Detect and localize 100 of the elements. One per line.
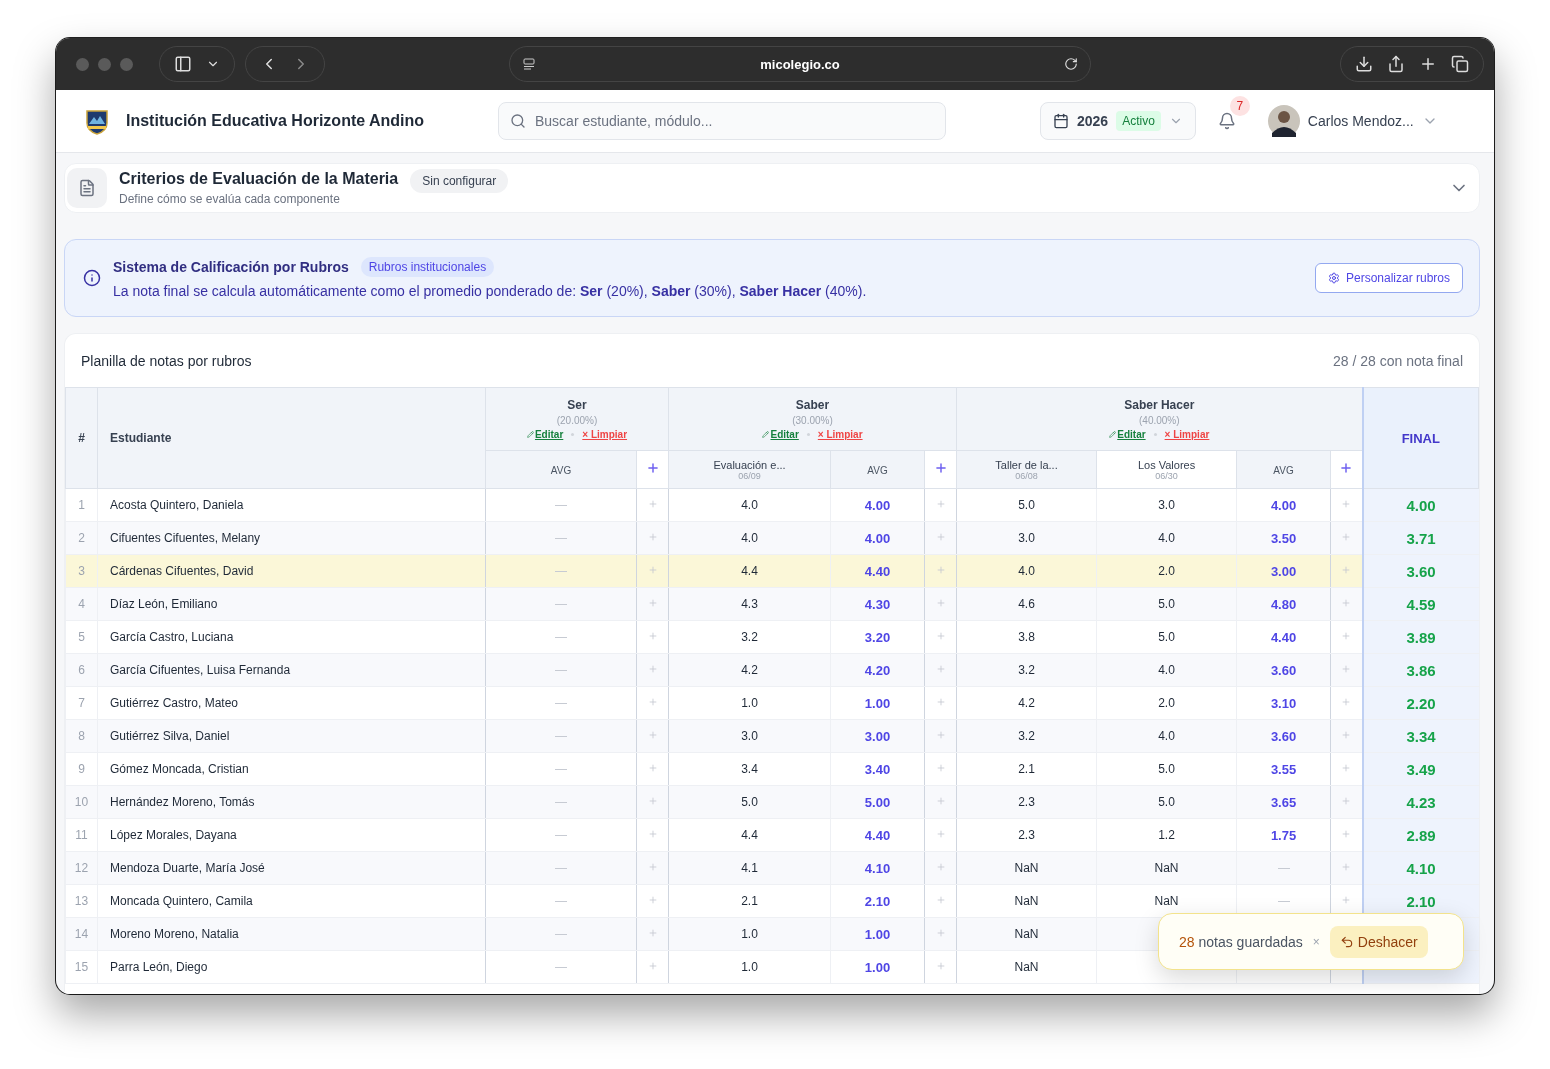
add-grade-icon[interactable]: [935, 598, 946, 608]
add-grade-icon[interactable]: [935, 928, 946, 938]
grade-value[interactable]: 1.0: [741, 960, 758, 974]
grade-value[interactable]: 4.2: [741, 663, 758, 677]
grade-value[interactable]: 4.0: [1158, 531, 1175, 545]
grade-value[interactable]: NaN: [1014, 861, 1039, 875]
activity-header[interactable]: Taller de la...: [957, 458, 1097, 471]
grade-value[interactable]: 5.0: [741, 795, 758, 809]
grade-value[interactable]: 3.2: [741, 630, 758, 644]
edit-link[interactable]: Editar: [1109, 429, 1146, 440]
add-grade-icon[interactable]: [647, 664, 658, 674]
student-row[interactable]: 4 Díaz León, Emiliano 4.3 4.30 4.6 5.0 4.80 4.59: [65, 587, 1479, 621]
add-grade-icon[interactable]: [935, 796, 946, 806]
grade-value[interactable]: 5.0: [1158, 795, 1175, 809]
page-menu-icon[interactable]: [522, 57, 536, 71]
download-icon[interactable]: [1355, 55, 1373, 73]
sidebar-icon[interactable]: [174, 55, 192, 73]
add-grade-icon[interactable]: [935, 664, 946, 674]
grade-value[interactable]: 4.0: [741, 498, 758, 512]
add-grade-icon[interactable]: [1341, 664, 1352, 674]
grade-value[interactable]: NaN: [1154, 861, 1179, 875]
student-row[interactable]: 8 Gutiérrez Silva, Daniel 3.0 3.00 3.2 4.0 3.60 3.34: [65, 719, 1479, 753]
tabs-icon[interactable]: [1451, 55, 1469, 73]
grade-value[interactable]: NaN: [1154, 894, 1179, 908]
add-grade-icon[interactable]: [1341, 697, 1352, 707]
add-grade-icon[interactable]: [935, 565, 946, 575]
student-row[interactable]: 2 Cifuentes Cifuentes, Melany 4.0 4.00 3.0 4.0 3.50 3.71: [65, 521, 1479, 555]
grade-value[interactable]: 1.0: [741, 696, 758, 710]
grade-value[interactable]: 4.3: [741, 597, 758, 611]
grade-value[interactable]: 2.3: [1018, 828, 1035, 842]
add-grade-icon[interactable]: [1341, 631, 1352, 641]
add-grade-icon[interactable]: [1341, 532, 1352, 542]
student-row[interactable]: 1 Acosta Quintero, Daniela 4.0 4.00 5.0 3.0 4.00 4.00: [65, 488, 1479, 522]
grade-value[interactable]: 2.1: [741, 894, 758, 908]
add-grade-icon[interactable]: [1341, 499, 1352, 509]
add-grade-icon[interactable]: [647, 796, 658, 806]
grade-value[interactable]: 5.0: [1158, 762, 1175, 776]
add-grade-icon[interactable]: [1341, 829, 1352, 839]
add-grade-icon[interactable]: [935, 763, 946, 773]
search-field[interactable]: Buscar estudiante, módulo...: [498, 102, 946, 140]
grade-value[interactable]: 4.0: [1018, 564, 1035, 578]
grade-value[interactable]: 3.8: [1018, 630, 1035, 644]
grade-value[interactable]: 2.1: [1018, 762, 1035, 776]
grade-value[interactable]: 2.3: [1018, 795, 1035, 809]
student-row[interactable]: 10 Hernández Moreno, Tomás 5.0 5.00 2.3 5.0 3.65 4.23: [65, 785, 1479, 819]
add-grade-icon[interactable]: [935, 697, 946, 707]
add-grade-icon[interactable]: [935, 961, 946, 971]
grade-value[interactable]: 4.0: [1158, 663, 1175, 677]
student-row[interactable]: 7 Gutiérrez Castro, Mateo 1.0 1.00 4.2 2.0 3.10 2.20: [65, 686, 1479, 720]
add-grade-icon[interactable]: [647, 928, 658, 938]
activity-header[interactable]: Los Valores: [1097, 458, 1237, 471]
add-grade-icon[interactable]: [647, 598, 658, 608]
grade-value[interactable]: 4.0: [1158, 729, 1175, 743]
add-grade-icon[interactable]: [935, 829, 946, 839]
add-grade-icon[interactable]: [1341, 730, 1352, 740]
customize-button[interactable]: Personalizar rubros: [1314, 263, 1463, 293]
add-grade-icon[interactable]: [935, 499, 946, 509]
grade-value[interactable]: 3.0: [1158, 498, 1175, 512]
add-grade-icon[interactable]: [1341, 763, 1352, 773]
student-row[interactable]: 3 Cárdenas Cifuentes, David 4.4 4.40 4.0 2.0 3.00 3.60: [65, 554, 1479, 588]
grade-value[interactable]: NaN: [1014, 894, 1039, 908]
grade-value[interactable]: 3.0: [741, 729, 758, 743]
add-column-button[interactable]: [933, 461, 948, 475]
add-grade-icon[interactable]: [935, 730, 946, 740]
minimize-window-button[interactable]: [98, 57, 111, 71]
student-row[interactable]: 11 López Morales, Dayana 4.4 4.40 2.3 1.2 1.75 2.89: [65, 818, 1479, 852]
add-grade-icon[interactable]: [647, 895, 658, 905]
year-selector[interactable]: 2026 Activo: [1040, 102, 1196, 140]
grade-value[interactable]: 3.2: [1018, 663, 1035, 677]
clear-link[interactable]: × Limpiar: [582, 429, 628, 440]
grade-value[interactable]: 4.2: [1018, 696, 1035, 710]
share-icon[interactable]: [1387, 55, 1405, 73]
add-grade-icon[interactable]: [935, 862, 946, 872]
add-grade-icon[interactable]: [647, 862, 658, 872]
grade-value[interactable]: 3.0: [1018, 531, 1035, 545]
add-column-button[interactable]: [1339, 461, 1354, 475]
add-grade-icon[interactable]: [647, 730, 658, 740]
grade-value[interactable]: NaN: [1014, 927, 1039, 941]
reload-icon[interactable]: [1064, 57, 1078, 71]
edit-link[interactable]: Editar: [526, 429, 564, 440]
student-row[interactable]: 6 García Cifuentes, Luisa Fernanda 4.2 4.20 3.2 4.0 3.60 3.86: [65, 653, 1479, 687]
add-grade-icon[interactable]: [1341, 862, 1352, 872]
grade-value[interactable]: 4.1: [741, 861, 758, 875]
grade-value[interactable]: 4.4: [741, 828, 758, 842]
add-grade-icon[interactable]: [1341, 598, 1352, 608]
add-grade-icon[interactable]: [1341, 895, 1352, 905]
grade-value[interactable]: 5.0: [1158, 597, 1175, 611]
student-row[interactable]: 5 García Castro, Luciana 3.2 3.20 3.8 5.0 4.40 3.89: [65, 620, 1479, 654]
add-grade-icon[interactable]: [647, 697, 658, 707]
add-grade-icon[interactable]: [647, 499, 658, 509]
add-grade-icon[interactable]: [935, 895, 946, 905]
close-window-button[interactable]: [76, 57, 89, 71]
student-row[interactable]: 12 Mendoza Duarte, María José 4.1 4.10 NaN NaN 4.10: [65, 851, 1479, 885]
add-grade-icon[interactable]: [1341, 565, 1352, 575]
grade-value[interactable]: 1.2: [1158, 828, 1175, 842]
grade-value[interactable]: 1.0: [741, 927, 758, 941]
zoom-window-button[interactable]: [120, 57, 133, 71]
grade-value[interactable]: 3.4: [741, 762, 758, 776]
grade-value[interactable]: 4.4: [741, 564, 758, 578]
add-grade-icon[interactable]: [647, 532, 658, 542]
